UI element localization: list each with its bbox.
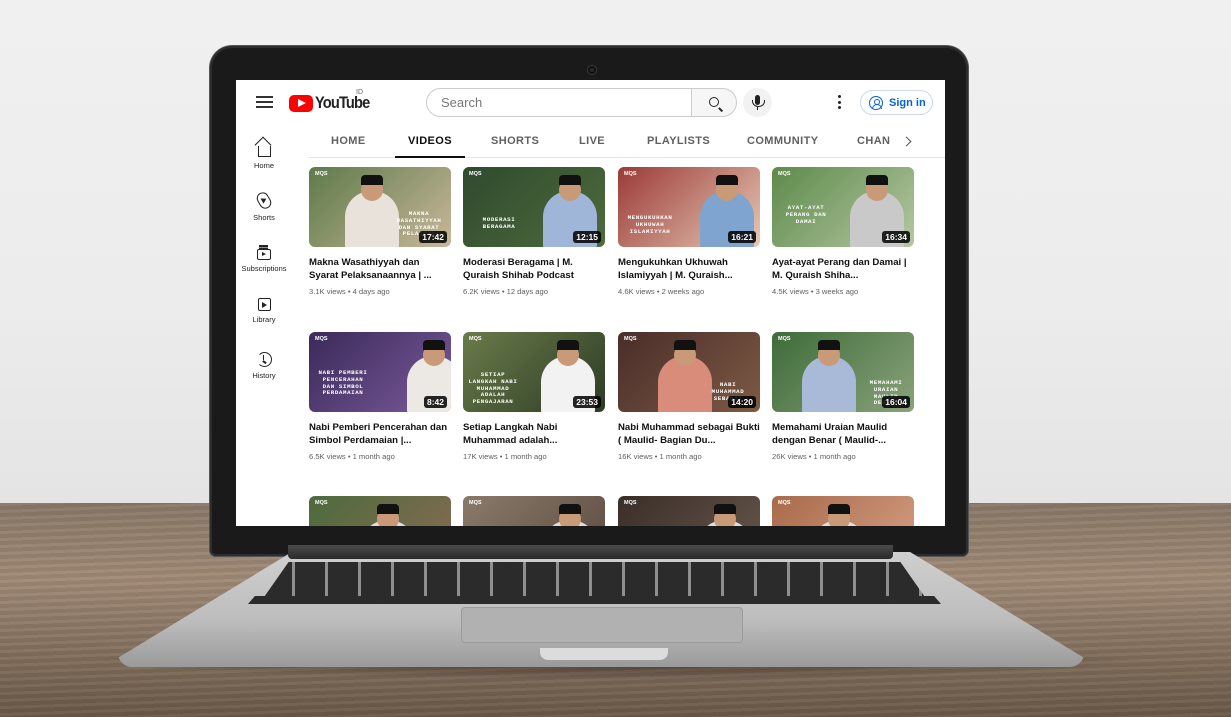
tab-channels[interactable]: CHAN — [857, 125, 890, 158]
sidebar-item-home[interactable]: Home — [236, 140, 292, 170]
sidebar-item-library[interactable]: Library — [236, 298, 292, 324]
laptop-screen: YouTube ID Sign in Home Shorts Subscript… — [236, 80, 945, 526]
video-thumbnail[interactable]: MQS — [309, 496, 451, 526]
channel-watermark: MQS — [624, 171, 637, 177]
microphone-icon — [752, 95, 765, 110]
video-title[interactable]: Ayat-ayat Perang dan Damai | M. Quraish … — [772, 256, 914, 282]
sidebar-item-label: History — [252, 371, 276, 380]
thumbnail-caption: MENGUKUHKAN UKHUWAH ISLAMIYYAH — [627, 214, 673, 235]
channel-watermark: MQS — [778, 336, 791, 342]
region-code: ID — [356, 89, 363, 96]
sidebar-item-label: Shorts — [253, 213, 275, 222]
lid-notch — [540, 648, 668, 660]
subscriptions-icon — [257, 245, 271, 260]
top-bar: YouTube ID Sign in — [236, 80, 945, 125]
channel-watermark: MQS — [315, 500, 328, 506]
library-icon — [257, 298, 271, 311]
laptop-hinge — [288, 545, 893, 559]
video-duration: 14:20 — [728, 396, 756, 408]
video-metadata: 6.5K views • 1 month ago — [309, 452, 395, 461]
channel-watermark: MQS — [469, 336, 482, 342]
channel-watermark: MQS — [624, 500, 637, 506]
channel-watermark: MQS — [315, 171, 328, 177]
sidebar-item-shorts[interactable]: Shorts — [236, 190, 292, 222]
video-duration: 23:53 — [573, 396, 601, 408]
thumbnail-caption: MODERASI BERAGAMA — [482, 216, 516, 230]
video-thumbnail[interactable]: MQSNABI MUHAMMAD SEBAGAI14:20 — [618, 332, 760, 412]
trackpad — [461, 607, 743, 643]
video-title[interactable]: Makna Wasathiyyah dan Syarat Pelaksanaan… — [309, 256, 451, 282]
video-thumbnail[interactable]: MQS — [463, 496, 605, 526]
shorts-icon — [254, 190, 274, 211]
keyboard — [262, 562, 927, 600]
logo-text: YouTube — [315, 93, 370, 112]
history-icon — [256, 352, 272, 367]
thumbnail-caption: SETIAP LANGKAH NABI MUHAMMAD ADALAH PENG… — [468, 371, 518, 406]
tab-home[interactable]: HOME — [331, 125, 366, 158]
video-thumbnail[interactable]: MQS AYAT-AYAT PERANG DAN DAMAI 16:34 — [772, 167, 914, 247]
video-thumbnail[interactable]: MQS SETIAP LANGKAH NABI MUHAMMAD ADALAH P… — [463, 332, 605, 412]
tab-live[interactable]: LIVE — [579, 125, 605, 158]
video-thumbnail[interactable]: MQS — [618, 496, 760, 526]
search-button[interactable] — [691, 88, 737, 117]
video-thumbnail[interactable]: MQSMEMAHAMI URAIAN MAULID DENGAN16:04 — [772, 332, 914, 412]
video-metadata: 16K views • 1 month ago — [618, 452, 702, 461]
video-thumbnail[interactable]: MQS MODERASI BERAGAMA 12:15 — [463, 167, 605, 247]
channel-watermark: MQS — [624, 336, 637, 342]
video-metadata: 17K views • 1 month ago — [463, 452, 547, 461]
video-metadata: 3.1K views • 4 days ago — [309, 287, 390, 296]
tab-community[interactable]: COMMUNITY — [747, 125, 818, 158]
video-metadata: 4.6K views • 2 weeks ago — [618, 287, 705, 296]
sidebar-item-history[interactable]: History — [236, 352, 292, 380]
video-title[interactable]: Nabi Pemberi Pencerahan dan Simbol Perda… — [309, 421, 451, 447]
sidebar-item-label: Home — [253, 161, 274, 170]
menu-icon[interactable] — [256, 96, 273, 108]
search-input[interactable] — [426, 88, 692, 117]
voice-search-button[interactable] — [743, 88, 772, 117]
chevron-right-icon[interactable] — [901, 136, 912, 147]
video-title[interactable]: Setiap Langkah Nabi Muhammad adalah... — [463, 421, 605, 447]
sidebar-item-label: Library — [252, 315, 276, 324]
keyboard-spacebar-row — [248, 596, 941, 604]
video-duration: 12:15 — [573, 231, 601, 243]
video-duration: 16:04 — [882, 396, 910, 408]
channel-watermark: MQS — [469, 171, 482, 177]
channel-watermark: MQS — [778, 500, 791, 506]
video-thumbnail[interactable]: MQS MENGUKUHKAN UKHUWAH ISLAMIYYAH 16:21 — [618, 167, 760, 247]
video-title[interactable]: Nabi Muhammad sebagai Bukti ( Maulid- Ba… — [618, 421, 760, 447]
video-thumbnail[interactable]: MQS — [772, 496, 914, 526]
thumbnail-caption: NABI PEMBERI PENCERAHAN DAN SIMBOL PERDA… — [318, 369, 368, 397]
video-duration: 16:21 — [728, 231, 756, 243]
sidebar-item-subscriptions[interactable]: Subscriptions — [236, 244, 292, 273]
sign-in-label: Sign in — [889, 96, 926, 109]
tab-videos[interactable]: VIDEOS — [395, 125, 465, 158]
channel-watermark: MQS — [469, 500, 482, 506]
youtube-logo[interactable]: YouTube — [289, 93, 378, 113]
sign-in-button[interactable]: Sign in — [860, 90, 933, 115]
more-options-icon[interactable] — [832, 93, 848, 111]
youtube-play-icon — [289, 94, 313, 112]
video-metadata: 6.2K views • 12 days ago — [463, 287, 548, 296]
thumbnail-caption: AYAT-AYAT PERANG DAN DAMAI — [785, 204, 827, 225]
video-duration: 17:42 — [419, 231, 447, 243]
channel-tabs: HOME VIDEOS SHORTS LIVE PLAYLISTS COMMUN… — [309, 125, 945, 158]
video-duration: 8:42 — [423, 396, 447, 408]
search-icon — [709, 97, 719, 107]
video-title[interactable]: Mengukuhkan Ukhuwah Islamiyyah | M. Qura… — [618, 256, 760, 282]
tab-shorts[interactable]: SHORTS — [491, 125, 539, 158]
sidebar-item-label: Subscriptions — [241, 264, 287, 273]
channel-watermark: MQS — [778, 171, 791, 177]
channel-watermark: MQS — [315, 336, 328, 342]
webcam — [588, 66, 596, 74]
video-duration: 16:34 — [882, 231, 910, 243]
account-circle-icon — [869, 95, 883, 110]
video-thumbnail[interactable]: MQSMAKNA WASATHIYYAH DAN SYARAT PELAKSAN… — [309, 167, 451, 247]
home-icon — [257, 146, 271, 157]
video-title[interactable]: Memahami Uraian Maulid dengan Benar ( Ma… — [772, 421, 914, 447]
video-title[interactable]: Moderasi Beragama | M. Quraish Shihab Po… — [463, 256, 605, 282]
tab-playlists[interactable]: PLAYLISTS — [647, 125, 710, 158]
video-metadata: 4.5K views • 3 weeks ago — [772, 287, 859, 296]
video-metadata: 26K views • 1 month ago — [772, 452, 856, 461]
video-thumbnail[interactable]: MQS NABI PEMBERI PENCERAHAN DAN SIMBOL PE… — [309, 332, 451, 412]
